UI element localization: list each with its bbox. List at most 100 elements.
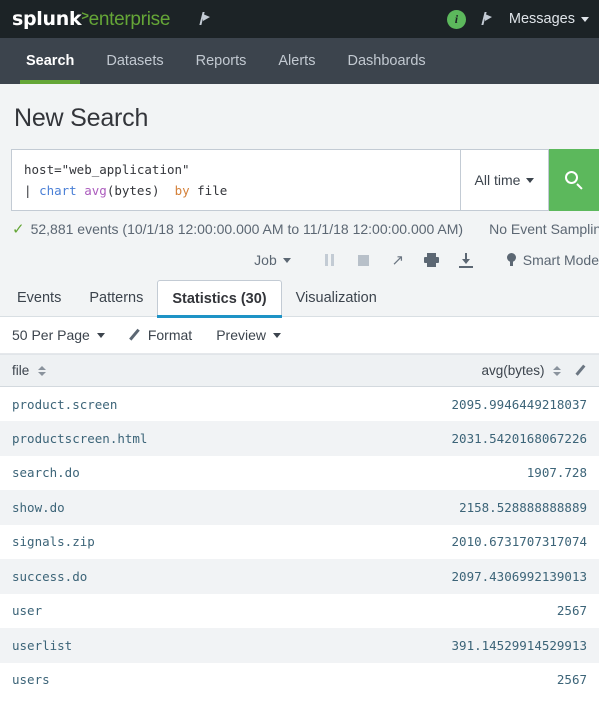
cell-file[interactable]: show.do (0, 490, 300, 525)
chevron-down-icon (526, 177, 535, 183)
export-icon (458, 252, 473, 268)
cell-avg-bytes[interactable]: 2567 (300, 594, 599, 629)
event-count-text: 52,881 events (10/1/18 12:00:00.000 AM t… (30, 221, 464, 237)
print-button[interactable] (415, 249, 449, 271)
cell-file[interactable]: signals.zip (0, 525, 300, 560)
nav-label: Datasets (106, 53, 164, 69)
tab-label: Visualization (295, 290, 377, 306)
search-bar-row: host="web_application" | chart avg(bytes… (0, 149, 599, 211)
table-row[interactable]: users 2567 (0, 662, 599, 698)
table-row[interactable]: search.do 1907.728 (0, 455, 599, 491)
share-icon: ↗ (391, 252, 405, 269)
cell-file[interactable]: success.do (0, 559, 300, 594)
nav-label: Reports (195, 53, 247, 69)
chevron-down-icon (581, 16, 589, 22)
per-page-selector[interactable]: 50 Per Page (12, 327, 105, 343)
print-icon (424, 253, 440, 267)
search-mode-selector[interactable]: Smart Mode (506, 252, 599, 268)
chevron-down-icon (96, 332, 105, 338)
cell-avg-bytes[interactable]: 2095.9946449218037 (300, 387, 599, 422)
cell-avg-bytes[interactable]: 391.14529914529913 (300, 628, 599, 663)
nav-item-datasets[interactable]: Datasets (90, 38, 179, 84)
pause-button[interactable] (313, 249, 347, 271)
nav-item-reports[interactable]: Reports (180, 38, 263, 84)
search-input[interactable]: host="web_application" | chart avg(bytes… (11, 149, 461, 211)
cell-avg-bytes[interactable]: 1907.728 (300, 456, 599, 491)
column-header-file[interactable]: file (0, 354, 300, 387)
cell-file[interactable]: search.do (0, 456, 300, 491)
cell-file[interactable]: userlist (0, 628, 300, 663)
share-button[interactable]: ↗ (381, 249, 415, 271)
time-range-label: All time (474, 172, 521, 188)
event-count-bar: ✓ 52,881 events (10/1/18 12:00:00.000 AM… (0, 211, 599, 247)
job-menu-button[interactable]: Job (254, 252, 291, 268)
table-row[interactable]: user 2567 (0, 593, 599, 629)
column-format-pencil-icon[interactable] (575, 364, 587, 376)
stop-button[interactable] (347, 249, 381, 271)
export-button[interactable] (449, 249, 483, 271)
cell-file[interactable]: productscreen.html (0, 421, 300, 456)
table-row[interactable]: productscreen.html 2031.5420168067226 (0, 421, 599, 456)
chevron-down-icon (272, 332, 281, 338)
job-done-check-icon: ✓ (12, 221, 25, 238)
query-command: chart (39, 183, 77, 198)
per-page-label: 50 Per Page (12, 327, 90, 343)
logo-sub-text: enterprise (88, 8, 171, 30)
table-row[interactable]: signals.zip 2010.6731707317074 (0, 524, 599, 560)
search-mode-label: Smart Mode (522, 252, 599, 268)
event-sampling-selector[interactable]: No Event Sampling (489, 221, 599, 237)
logo-separator: > (81, 7, 89, 23)
cell-avg-bytes[interactable]: 2567 (300, 663, 599, 698)
stop-icon (358, 254, 370, 266)
table-row[interactable]: show.do 2158.528888888889 (0, 490, 599, 525)
nav-item-dashboards[interactable]: Dashboards (331, 38, 441, 84)
main-nav: Search Datasets Reports Alerts Dashboard… (0, 38, 599, 84)
cell-file[interactable]: product.screen (0, 387, 300, 422)
nav-label: Dashboards (347, 53, 426, 69)
table-header-row: file avg(bytes) (0, 354, 599, 387)
splunk-logo[interactable]: splunk>enterprise (12, 8, 170, 31)
column-label: avg(bytes) (481, 363, 545, 378)
sort-icon[interactable] (38, 365, 47, 377)
tab-visualization[interactable]: Visualization (282, 280, 391, 316)
tab-statistics[interactable]: Statistics (30) (157, 280, 282, 318)
tab-events[interactable]: Events (3, 280, 75, 316)
info-icon[interactable]: i (446, 9, 466, 29)
nav-item-alerts[interactable]: Alerts (262, 38, 331, 84)
tab-label: Patterns (89, 290, 144, 306)
cell-file[interactable]: users (0, 663, 300, 698)
run-search-button[interactable] (549, 149, 599, 211)
nav-item-search[interactable]: Search (10, 38, 90, 84)
pause-icon (325, 254, 335, 266)
table-row[interactable]: success.do 2097.4306992139013 (0, 559, 599, 594)
time-range-picker[interactable]: All time (461, 149, 549, 211)
query-pipe: | (24, 183, 32, 198)
chevron-down-icon (282, 257, 291, 263)
results-table-container: file avg(bytes) product.screen 2095.9946… (0, 354, 599, 697)
preview-selector[interactable]: Preview (216, 327, 281, 343)
cell-avg-bytes[interactable]: 2097.4306992139013 (300, 559, 599, 594)
table-head: file avg(bytes) (0, 354, 599, 387)
pencil-icon (129, 329, 141, 341)
sort-icon[interactable] (553, 365, 562, 377)
table-row[interactable]: product.screen 2095.9946449218037 (0, 386, 599, 422)
column-header-avg-bytes[interactable]: avg(bytes) (299, 354, 599, 387)
messages-label: Messages (508, 11, 575, 27)
query-host-expression: host="web_application" (24, 162, 190, 177)
table-body: product.screen 2095.9946449218037 produc… (0, 386, 599, 698)
messages-menu[interactable]: Messages (509, 11, 589, 27)
query-function: avg (84, 183, 107, 198)
query-split-field: file (197, 183, 228, 198)
table-row[interactable]: userlist 391.14529914529913 (0, 628, 599, 663)
tab-patterns[interactable]: Patterns (75, 280, 157, 316)
cell-avg-bytes[interactable]: 2010.6731707317074 (300, 525, 599, 560)
logo-main-text: splunk (12, 7, 82, 30)
column-label: file (12, 363, 30, 378)
activity-flag-icon[interactable] (480, 12, 495, 26)
cell-avg-bytes[interactable]: 2031.5420168067226 (300, 421, 599, 456)
cell-avg-bytes[interactable]: 2158.528888888889 (300, 490, 599, 525)
query-line-1: host="web_application" (24, 159, 448, 180)
format-button[interactable]: Format (129, 327, 192, 343)
cell-file[interactable]: user (0, 594, 300, 629)
app-menu-button[interactable] (198, 12, 213, 26)
